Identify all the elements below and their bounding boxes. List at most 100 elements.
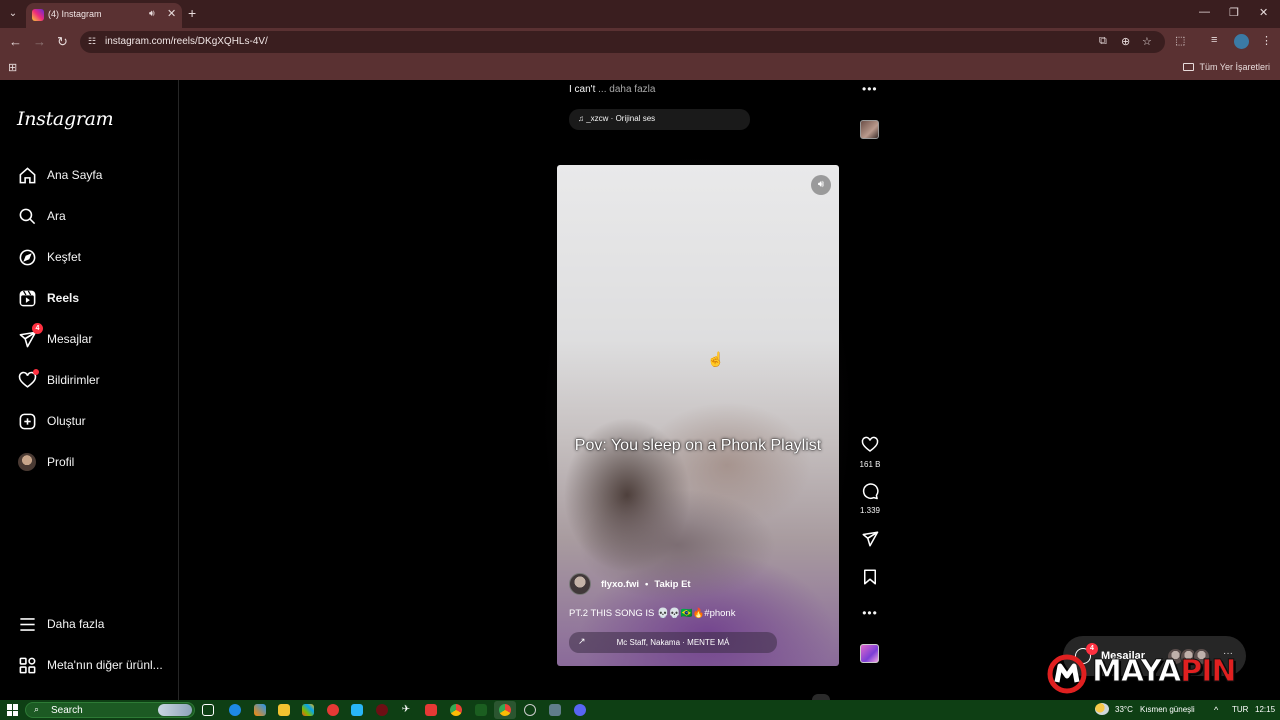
app-icon[interactable] [425, 704, 437, 716]
send-icon [862, 531, 879, 547]
forward-arrow-icon[interactable]: → [33, 34, 46, 49]
sidebar-item-messages[interactable]: 4 Mesajlar [17, 323, 172, 351]
copilot-icon[interactable] [254, 704, 266, 716]
hand-cursor-icon: ☝ [707, 351, 725, 367]
app-icon[interactable] [351, 704, 363, 716]
clock[interactable]: 12:15 [1255, 705, 1275, 714]
weather-temp[interactable]: 33°C [1115, 705, 1133, 714]
discord-icon[interactable] [574, 704, 586, 716]
bookmarks-bar: ⊞ Tüm Yer İşaretleri [0, 56, 1280, 80]
store-icon[interactable] [302, 704, 314, 716]
app-icon[interactable] [376, 704, 388, 716]
file-explorer-icon[interactable] [278, 704, 290, 716]
reel-audio-chip[interactable]: ↗ Mc Staff, Nakama · MENTE MÁ [569, 632, 777, 653]
like-button[interactable]: 161 B [855, 436, 885, 469]
reel-video[interactable]: 🔊︎ ☝ Pov: You sleep on a Phonk Playlist … [557, 165, 839, 666]
reel-audio-thumbnail[interactable] [860, 644, 879, 663]
tab-close-icon[interactable]: ✕ [167, 7, 176, 20]
sidebar-item-meta-products[interactable]: Meta'nın diğer ürünl... [17, 653, 172, 677]
tray-chevron-icon[interactable]: ^ [1214, 705, 1218, 715]
previous-options-icon[interactable]: ••• [862, 82, 878, 96]
author-avatar[interactable] [569, 573, 591, 595]
install-app-icon[interactable]: ⧉ [1099, 35, 1107, 48]
follow-button[interactable]: Takip Et [654, 579, 690, 590]
reload-icon[interactable]: ↻ [57, 34, 68, 50]
like-count: 161 B [859, 460, 881, 469]
new-tab-button[interactable]: + [188, 5, 196, 21]
sidebar-item-explore[interactable]: Keşfet [17, 245, 172, 269]
sidebar-item-notifications[interactable]: Bildirimler [17, 368, 172, 392]
apps-grid-icon[interactable]: ⊞ [8, 61, 17, 74]
previous-audio-thumbnail[interactable] [860, 120, 879, 139]
more-options-icon[interactable]: ••• [855, 606, 885, 620]
app-icon[interactable] [475, 704, 487, 716]
app-icon[interactable] [549, 704, 561, 716]
sidebar-item-label: Mesajlar [47, 332, 93, 346]
weather-icon[interactable] [1095, 703, 1109, 715]
profile-avatar-icon[interactable] [1234, 34, 1249, 49]
plane-icon[interactable]: ✈ [400, 704, 412, 716]
comment-icon [862, 483, 879, 500]
compass-icon [17, 247, 37, 267]
minimize-button[interactable]: — [1199, 6, 1210, 18]
previous-reel-audio[interactable]: ♫ _xzcw · Orijinal ses [569, 109, 750, 130]
back-arrow-icon[interactable]: ← [9, 34, 22, 49]
comment-button[interactable]: 1.339 [855, 482, 885, 515]
sidebar-item-create[interactable]: Oluştur [17, 409, 172, 433]
sidebar-item-reels[interactable]: Reels [17, 286, 172, 310]
tab-instagram[interactable]: (4) Instagram 🔊︎ ✕ [26, 3, 182, 28]
extensions-icon[interactable]: ⬚ [1175, 34, 1185, 47]
mayapin-logo-icon [1047, 654, 1087, 694]
bookmark-icon [864, 569, 876, 585]
site-info-icon[interactable]: ☷ [88, 36, 100, 48]
grid-icon [17, 655, 37, 675]
kebab-menu-icon[interactable]: ⋮ [1261, 34, 1272, 47]
notification-dot [33, 369, 39, 375]
author-username[interactable]: flyxo.fwi [601, 579, 639, 590]
folder-icon [1183, 63, 1195, 71]
comment-count: 1.339 [859, 506, 881, 515]
sidebar-item-profile[interactable]: Profil [17, 450, 172, 474]
address-bar[interactable]: ☷ instagram.com/reels/DKgXQHLs-4V/ ⧉ ⊕ ☆ [80, 31, 1165, 53]
restore-button[interactable]: ❐ [1229, 6, 1239, 19]
windows-start-icon[interactable] [7, 704, 19, 716]
language-indicator[interactable]: TUR [1232, 705, 1248, 714]
taskbar-search[interactable]: ⌕ Search [25, 702, 195, 718]
save-button[interactable] [855, 568, 885, 591]
bookmark-star-icon[interactable]: ☆ [1142, 35, 1152, 48]
task-view-icon[interactable] [202, 704, 214, 716]
heart-icon [861, 436, 879, 452]
weather-desc[interactable]: Kısmen güneşli [1140, 705, 1195, 714]
browser-tab-bar: ⌄ (4) Instagram 🔊︎ ✕ + — ❐ ✕ [0, 0, 1280, 28]
sidebar-item-more[interactable]: Daha fazla [17, 612, 172, 636]
app-icon[interactable] [524, 704, 536, 716]
search-icon [17, 206, 37, 226]
sidebar-item-label: Meta'nın diğer ürünl... [47, 658, 163, 672]
watermark-part2: PIN [1180, 654, 1237, 690]
zoom-icon[interactable]: ⊕ [1121, 35, 1130, 48]
menu-icon [17, 614, 37, 634]
sidebar-item-home[interactable]: Ana Sayfa [17, 163, 172, 187]
sidebar-item-search[interactable]: Ara [17, 204, 172, 228]
instagram-logo[interactable]: Instagram [17, 108, 114, 130]
edge-icon[interactable] [229, 704, 241, 716]
sidebar-item-label: Bildirimler [47, 373, 100, 387]
chrome-icon[interactable] [499, 704, 511, 716]
close-window-button[interactable]: ✕ [1259, 6, 1268, 19]
chrome-icon[interactable] [450, 704, 462, 716]
tab-list-chevron-icon[interactable]: ⌄ [4, 5, 22, 23]
share-button[interactable] [855, 530, 885, 553]
more-link[interactable]: ... daha fazla [598, 84, 655, 95]
watermark-part1: MAYA [1091, 654, 1181, 690]
reel-audio-label: Mc Staff, Nakama · MENTE MÁ [616, 638, 730, 647]
media-control-icon[interactable]: ≡ [1211, 34, 1217, 46]
previous-caption-text: I can't [569, 84, 596, 95]
separator-dot: • [645, 578, 649, 590]
speaker-icon[interactable]: 🔊︎ [149, 8, 155, 19]
volume-icon[interactable]: 🔊︎ [811, 175, 831, 195]
sidebar-item-label: Ana Sayfa [47, 168, 103, 182]
opera-icon[interactable] [327, 704, 339, 716]
all-bookmarks-button[interactable]: Tüm Yer İşaretleri [1183, 62, 1270, 72]
instagram-sidebar: Instagram Ana Sayfa Ara Keşfet Reels 4 M… [0, 80, 179, 700]
url-text[interactable]: instagram.com/reels/DKgXQHLs-4V/ [105, 36, 268, 47]
